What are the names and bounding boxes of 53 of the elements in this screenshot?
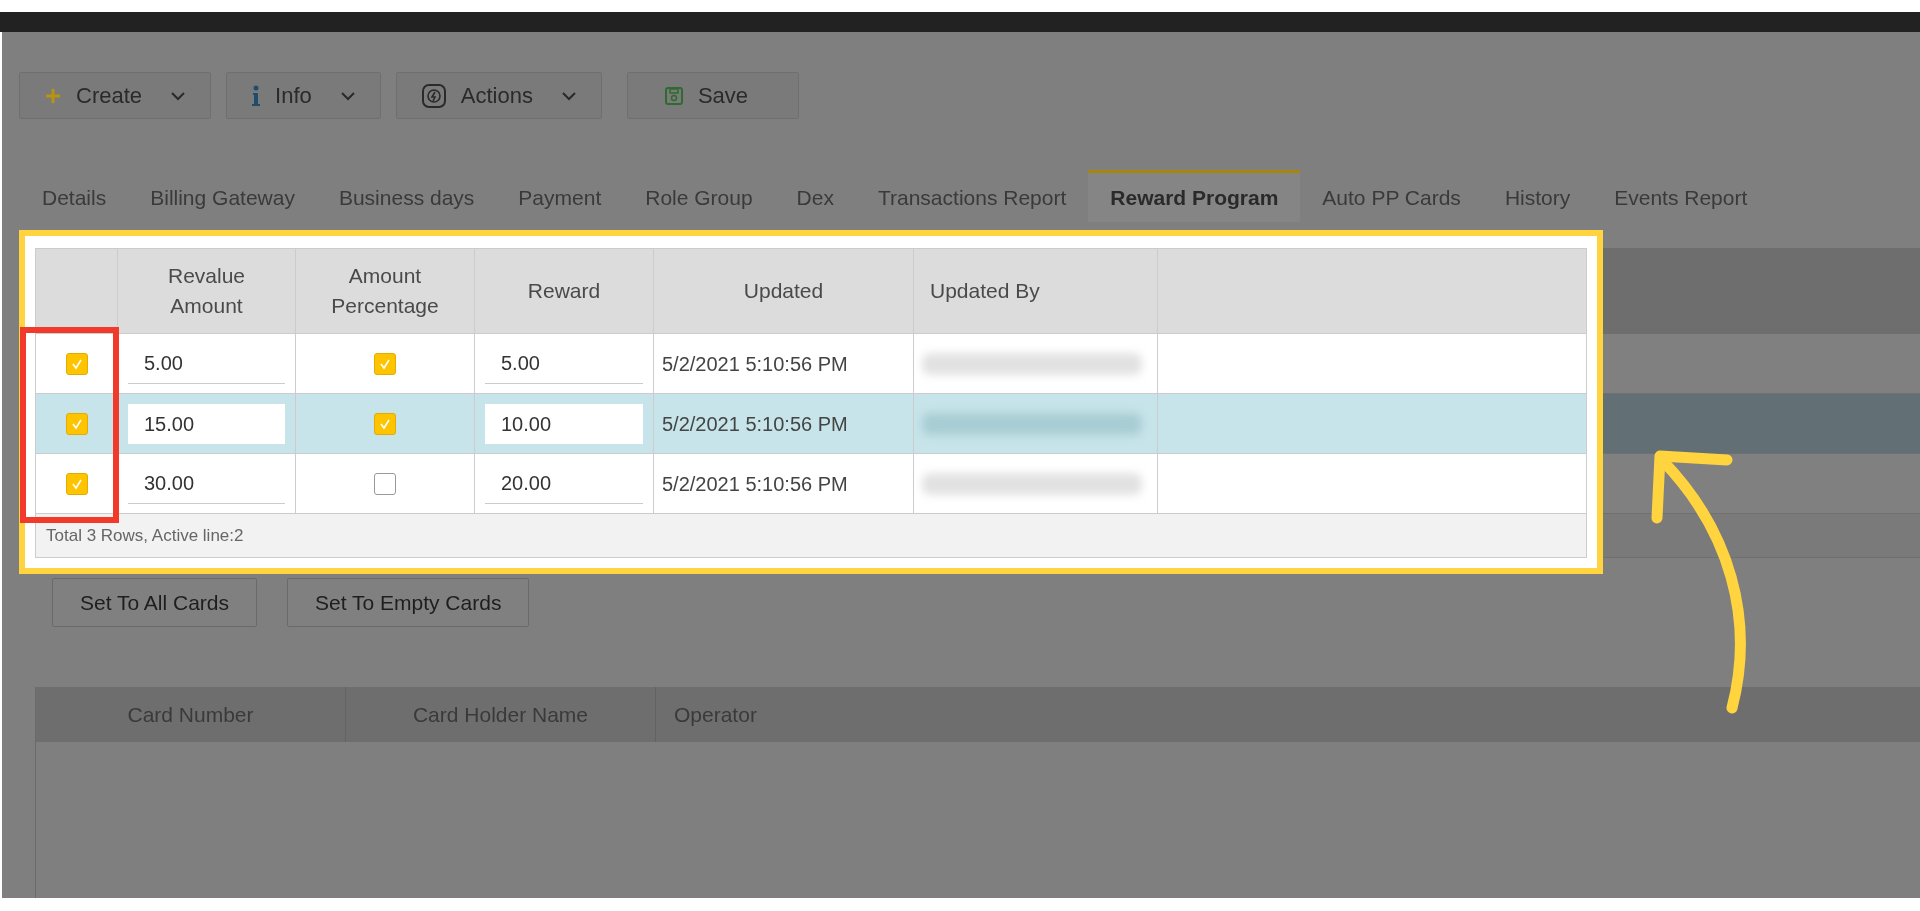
check-icon: [379, 357, 391, 370]
checkbox[interactable]: [374, 352, 396, 375]
tab[interactable]: History: [1482, 170, 1593, 222]
toolbar-button[interactable]: Actions: [395, 72, 602, 119]
tab[interactable]: Business days: [316, 170, 497, 222]
reward-input[interactable]: 20.00: [485, 463, 643, 504]
tab[interactable]: Role Group: [623, 170, 775, 222]
tab[interactable]: Transactions Report: [855, 170, 1089, 222]
amount-input[interactable]: 30.00: [128, 463, 285, 504]
tab[interactable]: Payment: [496, 170, 624, 222]
toolbar-button[interactable]: Create: [19, 72, 212, 119]
tab[interactable]: Auto PP Cards: [1300, 170, 1483, 222]
column-header: Updated: [654, 249, 914, 333]
action-button[interactable]: Set To All Cards: [52, 578, 258, 627]
chevron-down-icon: [339, 90, 356, 101]
chevron-down-icon: [560, 90, 577, 101]
table-row[interactable]: 30.00 20.00 5/2/2021 5:10:56 PM: [35, 454, 1587, 514]
tab[interactable]: Events Report: [1592, 170, 1770, 222]
amount-input[interactable]: 15.00: [128, 403, 285, 444]
table-row[interactable]: 15.00 10.00 5/2/2021 5:10:56 PM: [35, 394, 1587, 454]
chevron-down-icon: [170, 90, 187, 101]
checkbox[interactable]: [374, 412, 396, 435]
table-row[interactable]: 5.00 5.00 5/2/2021 5:10:56 PM: [35, 334, 1587, 394]
checkbox[interactable]: [374, 472, 396, 495]
checkbox[interactable]: [65, 412, 88, 435]
checkbox[interactable]: [65, 472, 88, 495]
tab[interactable]: Reward Program: [1088, 170, 1301, 222]
tab[interactable]: Dex: [774, 170, 856, 222]
save-icon: [663, 85, 684, 106]
lightning-icon: [420, 82, 447, 109]
check-icon: [70, 357, 83, 370]
action-button[interactable]: Set To Empty Cards: [287, 578, 530, 627]
amount-input[interactable]: 5.00: [128, 343, 285, 384]
reward-input[interactable]: 10.00: [485, 403, 643, 444]
check-icon: [379, 417, 391, 430]
table-footer-text: Total 3 Rows, Active line:2: [46, 524, 244, 547]
check-icon: [70, 477, 83, 490]
column-header: Revalue Amount: [118, 249, 296, 333]
table-cell-text: 5/2/2021 5:10:56 PM: [662, 351, 848, 377]
table-cell-text: 5/2/2021 5:10:56 PM: [662, 471, 848, 497]
plus-icon: [44, 86, 62, 105]
checkbox[interactable]: [65, 352, 88, 375]
tab[interactable]: Details: [20, 170, 129, 222]
table-cell-text: 5/2/2021 5:10:56 PM: [662, 411, 848, 437]
toolbar-button[interactable]: Info: [226, 72, 381, 119]
column-header: Amount Percentage: [296, 249, 475, 333]
column-header: Updated By: [914, 249, 1158, 333]
check-icon: [70, 417, 83, 430]
reward-input[interactable]: 5.00: [485, 343, 643, 384]
info-icon: [251, 84, 262, 107]
toolbar-button[interactable]: Save: [626, 72, 800, 119]
tab[interactable]: Billing Gateway: [128, 170, 317, 222]
column-header: Reward: [475, 249, 654, 333]
